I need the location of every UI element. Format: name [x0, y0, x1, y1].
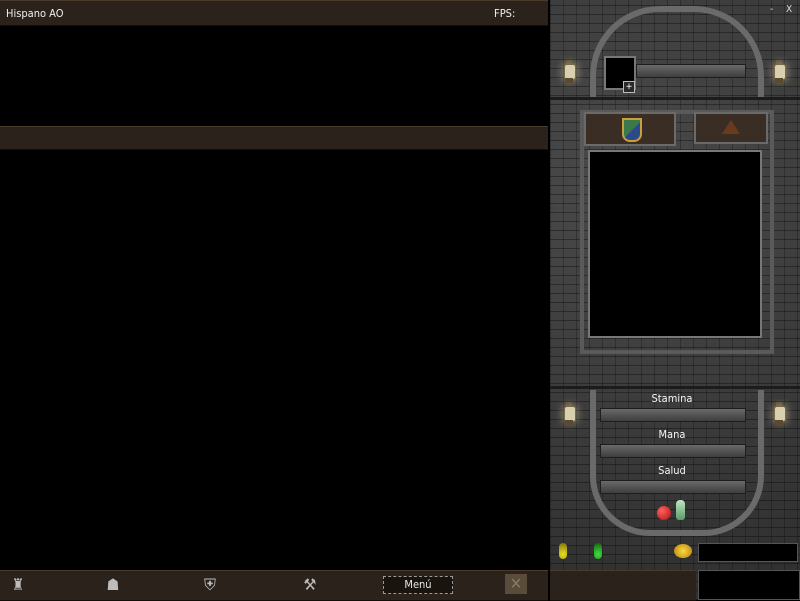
salud-label: Salud	[658, 464, 686, 477]
axe-icon[interactable]: ⚒	[300, 575, 320, 595]
shield-icon	[622, 118, 642, 142]
close-button[interactable]: X	[786, 4, 792, 15]
lamp-icon	[562, 402, 576, 426]
console-separator	[0, 126, 548, 150]
panel-divider	[550, 97, 800, 100]
gold-amount-box	[698, 543, 798, 562]
inventory-grid[interactable]	[588, 150, 762, 338]
mana-label: Mana	[658, 428, 686, 441]
menu-button[interactable]: Menú	[383, 576, 453, 594]
console-area[interactable]	[2, 26, 548, 124]
bottom-right-bar	[550, 570, 696, 601]
window-title: Hispano AO	[6, 7, 64, 20]
lamp-icon	[772, 60, 786, 84]
helmet-icon[interactable]: ☗	[103, 575, 123, 595]
title-bar[interactable]: Hispano AO FPS:	[0, 0, 548, 26]
inventory-tab[interactable]	[584, 112, 676, 146]
water-bottle-icon	[676, 500, 685, 520]
shield-icon[interactable]: ⛨	[200, 575, 220, 595]
lamp-icon	[772, 402, 786, 426]
inventory-icon[interactable]: ♜	[8, 575, 28, 595]
experience-bar	[636, 64, 746, 78]
plus-icon[interactable]: +	[623, 81, 635, 93]
fps-label: FPS:	[494, 7, 516, 20]
mana-bar	[600, 444, 746, 458]
minimize-button[interactable]: -	[770, 4, 773, 15]
right-panel: - X + Stamina Mana Salud	[550, 0, 800, 601]
stamina-bar	[600, 408, 746, 422]
panel-divider	[550, 386, 800, 389]
salud-bar	[600, 480, 746, 494]
game-viewport[interactable]	[2, 150, 548, 568]
lamp-icon	[562, 60, 576, 84]
spells-tab[interactable]	[694, 112, 768, 144]
apple-icon	[657, 506, 671, 520]
map-icon[interactable]: ✕	[505, 574, 527, 594]
gold-coins-icon[interactable]	[674, 544, 692, 558]
stamina-label: Stamina	[651, 392, 693, 405]
bottom-bar: ♜ ☗ ⛨ ⚒ Menú ✕	[0, 570, 548, 601]
green-potion-icon[interactable]	[594, 543, 602, 559]
yellow-potion-icon[interactable]	[559, 543, 567, 559]
bottom-right-box	[698, 570, 800, 600]
wizard-hat-icon	[722, 120, 740, 134]
